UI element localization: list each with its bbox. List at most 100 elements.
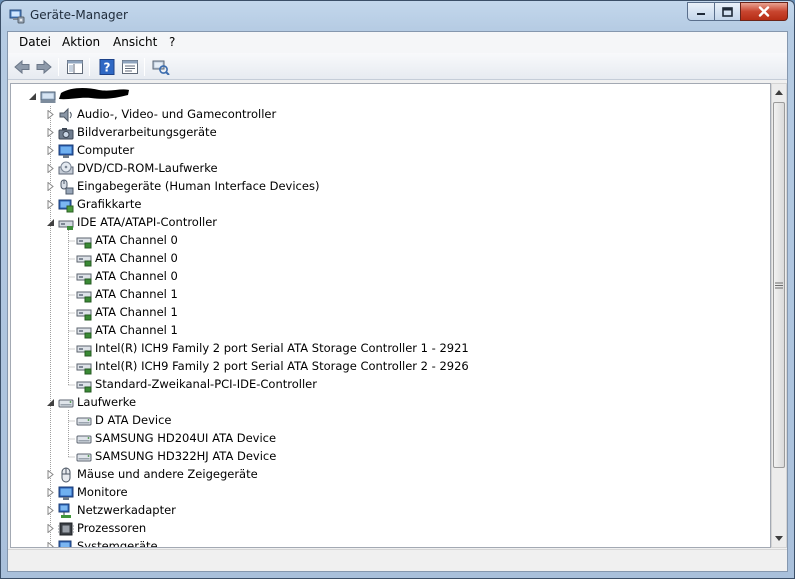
tree-category-row[interactable]: Systemgeräte: [11, 538, 711, 548]
tree-device-label[interactable]: ATA Channel 1: [95, 323, 178, 337]
tree-category-row[interactable]: DVD/CD-ROM-Laufwerke: [11, 160, 711, 178]
collapsed-triangle-icon[interactable]: [46, 488, 55, 497]
status-bar: [8, 549, 787, 571]
collapsed-triangle-icon[interactable]: [46, 146, 55, 155]
minimize-button[interactable]: [687, 2, 715, 21]
maximize-icon: [722, 6, 733, 17]
tree-category-row[interactable]: Monitore: [11, 484, 711, 502]
menu-aktion[interactable]: Aktion: [62, 35, 100, 49]
dvd-drive-icon: [58, 161, 74, 175]
expanded-triangle-icon[interactable]: [46, 218, 55, 227]
collapsed-triangle-icon[interactable]: [46, 542, 55, 548]
expanded-triangle-icon[interactable]: [46, 398, 55, 407]
tree-device-row[interactable]: Intel(R) ICH9 Family 2 port Serial ATA S…: [11, 340, 711, 358]
tree-category-row[interactable]: Bildverarbeitungsgeräte: [11, 124, 711, 142]
tree-category-row[interactable]: Eingabegeräte (Human Interface Devices): [11, 178, 711, 196]
tree-category-label[interactable]: Monitore: [77, 485, 128, 499]
tree-device-row[interactable]: ATA Channel 0: [11, 250, 711, 268]
tree-category-row[interactable]: Audio-, Video- und Gamecontroller: [11, 106, 711, 124]
tree-root-row[interactable]: [11, 88, 711, 106]
tree-device-label[interactable]: D ATA Device: [95, 413, 171, 427]
device-manager-window: Geräte-Manager Datei Aktion Ansicht ? ? …: [0, 0, 795, 579]
collapsed-triangle-icon[interactable]: [46, 110, 55, 119]
disk-drive-icon: [58, 399, 74, 408]
tree-device-row[interactable]: ATA Channel 1: [11, 322, 711, 340]
collapsed-triangle-icon[interactable]: [46, 164, 55, 173]
scroll-up-button[interactable]: [773, 85, 785, 99]
menu-bar: Datei Aktion Ansicht ?: [8, 32, 787, 53]
back-button[interactable]: [12, 57, 32, 77]
tree-category-row[interactable]: Laufwerke: [11, 394, 711, 412]
ide-channel-icon: [76, 363, 92, 375]
ide-channel-icon: [76, 327, 92, 339]
tree-device-row[interactable]: ATA Channel 1: [11, 304, 711, 322]
tree-device-row[interactable]: SAMSUNG HD204UI ATA Device: [11, 430, 711, 448]
tree-device-row[interactable]: Intel(R) ICH9 Family 2 port Serial ATA S…: [11, 358, 711, 376]
tree-category-row[interactable]: Mäuse und andere Zeigegeräte: [11, 466, 711, 484]
forward-icon: [36, 59, 52, 75]
back-icon: [14, 59, 30, 75]
scroll-down-button[interactable]: [773, 531, 785, 545]
menu-datei[interactable]: Datei: [19, 35, 51, 49]
vertical-scrollbar[interactable]: [771, 83, 787, 548]
tree-device-row[interactable]: Standard-Zweikanal-PCI-IDE-Controller: [11, 376, 711, 394]
tree-device-row[interactable]: SAMSUNG HD322HJ ATA Device: [11, 448, 711, 466]
tree-device-row[interactable]: ATA Channel 0: [11, 232, 711, 250]
show-hide-tree-button[interactable]: [65, 57, 85, 77]
root-expander-icon[interactable]: [28, 92, 37, 101]
tree-category-label[interactable]: Netzwerkadapter: [77, 503, 176, 517]
tree-category-label[interactable]: Computer: [77, 143, 134, 157]
tree-category-label[interactable]: Systemgeräte: [77, 539, 158, 547]
tree-device-label[interactable]: Intel(R) ICH9 Family 2 port Serial ATA S…: [95, 341, 469, 355]
close-button[interactable]: [740, 2, 788, 21]
menu-help[interactable]: ?: [169, 35, 175, 49]
scan-hardware-button[interactable]: [151, 57, 171, 77]
tree-category-label[interactable]: Prozessoren: [77, 521, 146, 535]
device-tree[interactable]: Audio-, Video- und Gamecontroller Bildver…: [10, 83, 771, 548]
collapsed-triangle-icon[interactable]: [46, 200, 55, 209]
tree-category-label[interactable]: Audio-, Video- und Gamecontroller: [77, 107, 276, 121]
tree-category-label[interactable]: IDE ATA/ATAPI-Controller: [77, 215, 217, 229]
camera-icon: [58, 128, 74, 140]
tree-category-row[interactable]: Grafikkarte: [11, 196, 711, 214]
tree-category-label[interactable]: Grafikkarte: [77, 197, 141, 211]
tree-device-label[interactable]: ATA Channel 0: [95, 233, 178, 247]
tree-device-label[interactable]: Intel(R) ICH9 Family 2 port Serial ATA S…: [95, 359, 469, 373]
tree-device-row[interactable]: ATA Channel 0: [11, 268, 711, 286]
tree-device-row[interactable]: ATA Channel 1: [11, 286, 711, 304]
collapsed-triangle-icon[interactable]: [46, 470, 55, 479]
tree-device-row[interactable]: D ATA Device: [11, 412, 711, 430]
tree-category-row[interactable]: Prozessoren: [11, 520, 711, 538]
tree-device-label[interactable]: SAMSUNG HD322HJ ATA Device: [95, 449, 276, 463]
menu-ansicht[interactable]: Ansicht: [113, 35, 157, 49]
tree-device-label[interactable]: ATA Channel 1: [95, 287, 178, 301]
maximize-button[interactable]: [714, 2, 741, 21]
svg-text:?: ?: [104, 61, 111, 75]
disk-drive-icon: [76, 435, 92, 444]
tree-category-label[interactable]: Eingabegeräte (Human Interface Devices): [77, 179, 319, 193]
tree-device-label[interactable]: SAMSUNG HD204UI ATA Device: [95, 431, 276, 445]
collapsed-triangle-icon[interactable]: [46, 182, 55, 191]
ide-channel-icon: [76, 381, 92, 393]
tree-category-row[interactable]: Netzwerkadapter: [11, 502, 711, 520]
tree-device-label[interactable]: Standard-Zweikanal-PCI-IDE-Controller: [95, 377, 317, 391]
properties-button[interactable]: [120, 57, 140, 77]
tree-device-label[interactable]: ATA Channel 1: [95, 305, 178, 319]
scroll-thumb[interactable]: [773, 102, 785, 468]
tree-category-label[interactable]: Bildverarbeitungsgeräte: [77, 125, 217, 139]
collapsed-triangle-icon[interactable]: [46, 128, 55, 137]
tree-category-label[interactable]: DVD/CD-ROM-Laufwerke: [77, 161, 218, 175]
tree-device-label[interactable]: ATA Channel 0: [95, 251, 178, 265]
tree-category-row[interactable]: IDE ATA/ATAPI-Controller: [11, 214, 711, 232]
help-button[interactable]: ?: [97, 57, 117, 77]
collapsed-triangle-icon[interactable]: [46, 506, 55, 515]
display-adapter-icon: [58, 199, 74, 213]
tree-category-label[interactable]: Laufwerke: [77, 395, 136, 409]
forward-button[interactable]: [34, 57, 54, 77]
tree-device-label[interactable]: ATA Channel 0: [95, 269, 178, 283]
tree-category-row[interactable]: Computer: [11, 142, 711, 160]
ide-channel-icon: [76, 291, 92, 303]
collapsed-triangle-icon[interactable]: [46, 524, 55, 533]
title-bar[interactable]: Geräte-Manager: [1, 1, 794, 31]
tree-category-label[interactable]: Mäuse und andere Zeigegeräte: [77, 467, 258, 481]
